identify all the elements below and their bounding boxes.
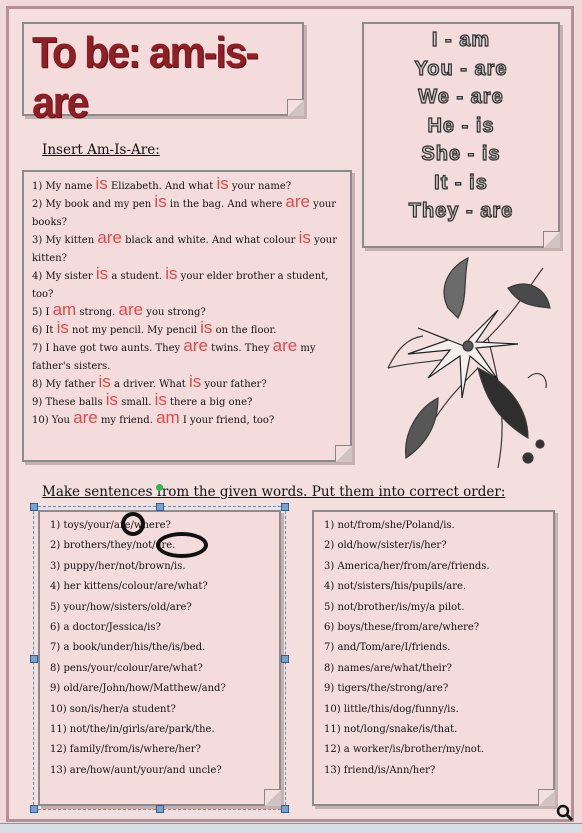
sentence-item: 12) a worker/is/brother/my/not.	[324, 744, 485, 756]
conjugation-item: He - is	[427, 114, 495, 137]
exercise1-text: twins. They	[207, 343, 273, 354]
exercise1-text: 1) My name	[32, 181, 96, 192]
conjugation-list: I - am You - are We - are He - is She - is It…	[364, 26, 558, 226]
exercise1-text: your father?	[201, 379, 267, 390]
sentence-item: 3) America/her/from/are/friends.	[324, 560, 490, 572]
answer-text: is	[95, 264, 109, 283]
answer-text: are	[183, 336, 208, 355]
answer-text: is	[98, 372, 111, 391]
exercise1-item: 5) I am strong. are you strong?	[32, 301, 344, 322]
resize-handle[interactable]	[30, 655, 38, 663]
conjugation-card: I - am You - are We - are He - is She - is It…	[362, 22, 560, 248]
answer-text: is	[154, 390, 167, 409]
answer-text: is	[165, 264, 178, 283]
resize-handle[interactable]	[156, 805, 164, 813]
exercise1-list: 1) My name is Elizabeth. And what is you…	[32, 175, 344, 430]
flower-drawing	[387, 256, 551, 469]
sentence-item: 4) not/sisters/his/pupils/are.	[324, 581, 467, 593]
exercise1-item: 2) My book and my pen is in the bag. And…	[32, 193, 344, 232]
answer-text: is	[216, 174, 229, 193]
sentence-item: 6) boys/these/from/are/where?	[324, 622, 480, 634]
answer-text: is	[56, 318, 69, 337]
exercise1-item: 3) My kitten are black and white. And wh…	[32, 229, 344, 268]
exercise1-item: 10) You are my friend. am I your friend,…	[32, 409, 344, 430]
exercise1-text: 4) My sister	[32, 271, 96, 282]
exercise1-text: my friend.	[97, 415, 157, 426]
answer-text: am	[52, 300, 77, 319]
resize-handle[interactable]	[281, 503, 289, 511]
exercise1-text: a student.	[108, 271, 166, 282]
exercise1-text: there a big one?	[166, 397, 253, 408]
exercise1-text: strong.	[76, 307, 119, 318]
sentence-item: 9) tigers/the/strong/are?	[324, 683, 449, 695]
sentence-item: 5) not/brother/is/my/a pilot.	[324, 601, 465, 613]
resize-handle[interactable]	[281, 655, 289, 663]
answer-text: are	[272, 336, 298, 355]
exercise2-right-list: 1) not/from/she/Poland/is. 2) old/how/sis…	[324, 516, 549, 781]
exercise1-text: you strong?	[143, 307, 206, 318]
sentence-item: 7) and/Tom/are/I/friends.	[324, 642, 451, 654]
answer-text: am	[156, 408, 180, 427]
answer-text: is	[298, 228, 311, 247]
exercise1-text: on the floor.	[212, 325, 277, 336]
exercise1-text: your name?	[228, 181, 292, 192]
answer-text: is	[154, 192, 167, 211]
answer-text: are	[73, 408, 98, 427]
sentence-item: 8) names/are/what/their?	[324, 662, 452, 674]
conjugation-item: It - is	[434, 171, 488, 194]
conjugation-item: They - are	[408, 199, 514, 222]
exercise1-text: 6) It	[32, 325, 57, 336]
exercise1-text: in the bag. And where	[166, 199, 286, 210]
ink-circle	[156, 532, 208, 558]
ink-circle	[121, 512, 145, 536]
answer-text: are	[97, 228, 122, 247]
exercise1-text: 5) I	[32, 307, 53, 318]
conjugation-item: We - are	[418, 85, 504, 108]
zoom-icon[interactable]	[556, 804, 574, 822]
exercise2-heading: Make sentences from the given words. Put…	[42, 484, 506, 500]
exercise1-text: 3) My kitten	[32, 235, 98, 246]
conjugation-item: She - is	[421, 142, 501, 165]
resize-handle[interactable]	[281, 805, 289, 813]
answer-text: is	[105, 390, 119, 409]
exercise1-item: 4) My sister is a student. is your elder…	[32, 265, 344, 304]
resize-handle[interactable]	[30, 805, 38, 813]
exercise1-text: 9) These balls	[32, 397, 106, 408]
worksheet-title: To be: am-is-are	[32, 28, 259, 127]
exercise1-item: 8) My father is a driver. What is your f…	[32, 373, 344, 394]
sentence-item: 10) little/this/dog/funny/is.	[324, 703, 459, 715]
title-card: To be: am-is-are	[22, 22, 304, 127]
exercise1-item: 7) I have got two aunts. They are twins.…	[32, 337, 344, 376]
exercise1-text: a driver. What	[110, 379, 189, 390]
rotate-handle[interactable]	[156, 484, 163, 491]
answer-text: is	[95, 174, 108, 193]
exercise1-text: 7) I have got two aunts. They	[32, 343, 184, 354]
sentence-item: 13) friend/is/Ann/her?	[324, 764, 436, 776]
exercise1-text: 8) My father	[32, 379, 99, 390]
sentence-item: 2) old/how/sister/is/her?	[324, 540, 447, 552]
exercise2-right-card: 1) not/from/she/Poland/is. 2) old/how/sis…	[312, 510, 555, 806]
exercise1-card: 1) My name is Elizabeth. And what is you…	[22, 170, 352, 462]
answer-text: are	[118, 300, 144, 319]
sentence-item: 1) not/from/she/Poland/is.	[324, 520, 455, 531]
exercise1-text: small.	[118, 397, 155, 408]
exercise1-text: I your friend, too?	[179, 415, 275, 426]
answer-text: are	[285, 192, 310, 211]
answer-text: is	[200, 318, 213, 337]
answer-text: is	[188, 372, 202, 391]
exercise1-text: not my pencil. My pencil	[68, 325, 201, 336]
sentence-item: 11) not/long/snake/is/that.	[324, 724, 458, 736]
conjugation-item: I - am	[431, 28, 491, 51]
resize-handle[interactable]	[30, 503, 38, 511]
exercise1-text: 10) You	[32, 415, 74, 426]
exercise1-heading: Insert Am-Is-Are:	[42, 142, 160, 158]
exercise1-text: Elizabeth. And what	[107, 181, 217, 192]
exercise1-text: black and white. And what colour	[121, 235, 299, 246]
conjugation-item: You - are	[414, 57, 508, 80]
resize-handle[interactable]	[156, 503, 164, 511]
exercise1-text: 2) My book and my pen	[32, 199, 155, 210]
